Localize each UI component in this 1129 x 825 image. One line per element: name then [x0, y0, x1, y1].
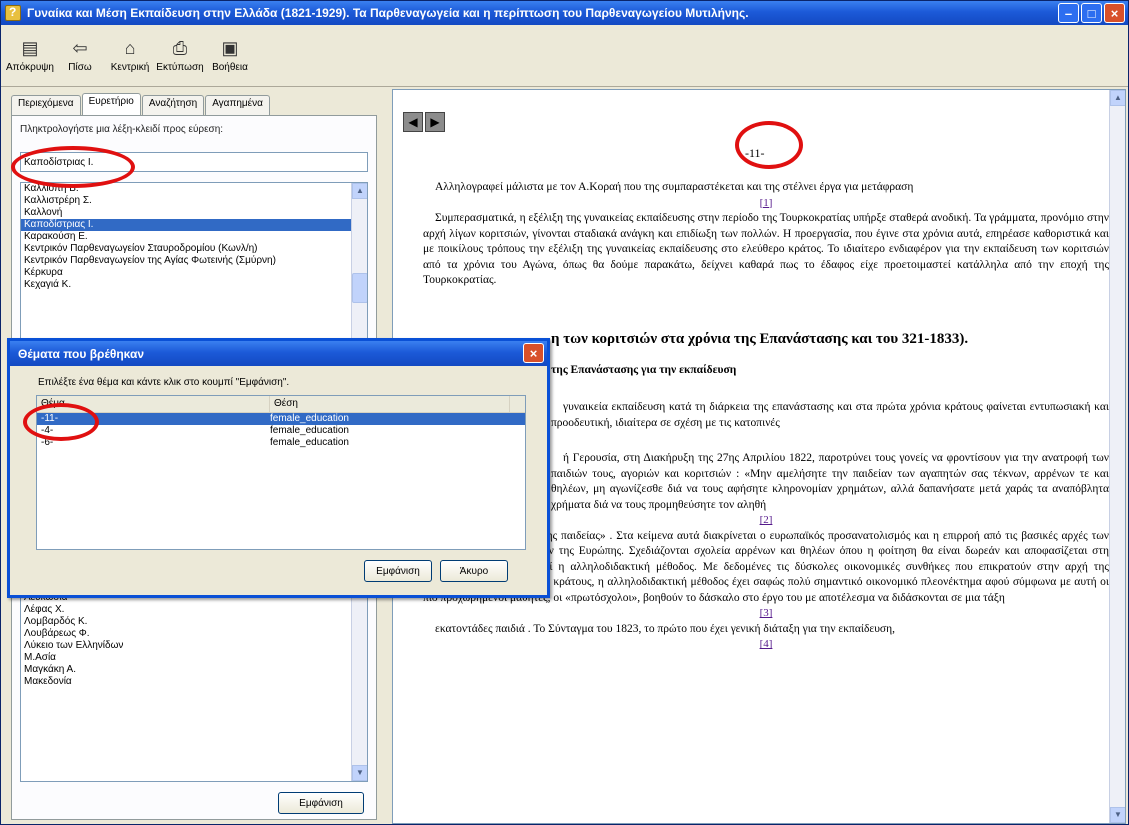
paragraph: Συμπερασματικά, η εξέλιξη της γυναικείας… [423, 212, 1109, 286]
keyword-prompt: Πληκτρολογήστε μια λέξη-κλειδί προς εύρε… [20, 124, 224, 135]
topic-row[interactable]: -4- female_education [37, 425, 525, 437]
print-icon: ⎙ [172, 38, 188, 58]
scroll-thumb[interactable] [352, 273, 367, 303]
keyword-item[interactable]: Καποδίστριας Ι. [21, 219, 367, 231]
topics-list[interactable]: Θέμα Θέση -11- female_education -4- fema… [36, 395, 526, 550]
title-bar[interactable]: Γυναίκα και Μέση Εκπαίδευση στην Ελλάδα … [1, 1, 1128, 25]
keyword-item[interactable]: Κεντρικόν Παρθεναγωγείον της Αγίας Φωτει… [21, 255, 367, 267]
keyword-item[interactable]: Καλλονή [21, 207, 367, 219]
footnote-link[interactable]: [4] [423, 637, 1109, 653]
topic-cell: -4- [41, 425, 54, 436]
page-nav: ◀ ▶ [403, 112, 445, 132]
scroll-up-arrow[interactable]: ▲ [352, 183, 367, 199]
topics-list-header: Θέμα Θέση [37, 396, 525, 413]
print-button[interactable]: ⎙ Εκτύπωση [155, 25, 205, 85]
dialog-close-button[interactable]: × [523, 343, 544, 363]
keyword-item[interactable]: Καλλιστρέρη Σ. [21, 195, 367, 207]
topics-found-dialog: Θέματα που βρέθηκαν × Επιλέξτε ένα θέμα … [7, 338, 550, 598]
tab-contents[interactable]: Περιεχόμενα [11, 95, 81, 115]
hide-label: Απόκρυψη [6, 62, 54, 73]
column-location[interactable]: Θέση [270, 396, 510, 412]
index-display-button[interactable]: Εμφάνιση [278, 792, 364, 814]
location-cell: female_education [270, 425, 349, 436]
keyword-item[interactable]: Κεχαγιά Κ. [21, 279, 367, 291]
print-label: Εκτύπωση [156, 62, 204, 73]
location-cell: female_education [270, 437, 349, 448]
tab-search[interactable]: Αναζήτηση [141, 95, 205, 115]
tab-favorites[interactable]: Αγαπημένα [205, 95, 270, 115]
keyword-item[interactable]: Καλλιόπη Β. [21, 183, 367, 195]
home-label: Κεντρική [110, 62, 150, 73]
keyword-item[interactable]: Μακεδονία [21, 676, 367, 688]
topic-cell: -11- [41, 413, 59, 424]
column-topic[interactable]: Θέμα [37, 396, 270, 412]
tab-index[interactable]: Ευρετήριο [81, 93, 141, 116]
content-scrollbar[interactable]: ▲ ▼ [1109, 90, 1125, 823]
dialog-cancel-button[interactable]: Άκυρο [440, 560, 508, 582]
help-book-icon [5, 5, 21, 21]
window-controls: – □ × [1058, 3, 1125, 23]
keyword-item[interactable]: Λομβαρδός Κ. [21, 616, 367, 628]
nav-tabs: Περιεχόμενα Ευρετήριο Αναζήτηση Αγαπημέν… [11, 93, 271, 116]
home-icon: ⌂ [124, 38, 136, 58]
topic-row[interactable]: -6- female_education [37, 437, 525, 449]
keyword-item[interactable]: Λέφας Χ. [21, 604, 367, 616]
keyword-item[interactable]: Μαγκάκη Α. [21, 664, 367, 676]
keyword-item[interactable]: Μ.Ασία [21, 652, 367, 664]
scroll-up-arrow[interactable]: ▲ [1110, 90, 1125, 106]
back-arrow-icon: ⇦ [72, 38, 88, 58]
previous-page-arrow-icon[interactable]: ◀ [403, 112, 423, 132]
keyword-item[interactable]: Καρακούση Ε. [21, 231, 367, 243]
keyword-item[interactable]: Λύκειο των Ελληνίδων [21, 640, 367, 652]
scroll-down-arrow[interactable]: ▼ [352, 765, 367, 781]
help-label: Βοήθεια [212, 62, 248, 73]
next-page-arrow-icon[interactable]: ▶ [425, 112, 445, 132]
scroll-down-arrow[interactable]: ▼ [1110, 807, 1125, 823]
location-cell: female_education [270, 413, 349, 424]
help-button[interactable]: ▣ Βοήθεια [205, 25, 255, 85]
home-button[interactable]: ⌂ Κεντρική [105, 25, 155, 85]
toolbar: ▤ Απόκρυψη ⇦ Πίσω ⌂ Κεντρική ⎙ Εκτύπωση … [1, 25, 1128, 87]
keyword-list-top: Καλλιόπη Β. Καλλιστρέρη Σ. Καλλονή Καποδίστ… [21, 183, 367, 291]
hide-button[interactable]: ▤ Απόκρυψη [5, 25, 55, 85]
footnote-link[interactable]: [1] [423, 196, 1109, 212]
dialog-prompt: Επιλέξτε ένα θέμα και κάντε κλικ στο κου… [38, 377, 290, 388]
keyword-item[interactable]: Κέρκυρα [21, 267, 367, 279]
app-window: Γυναίκα και Μέση Εκπαίδευση στην Ελλάδα … [0, 0, 1129, 825]
close-button[interactable]: × [1104, 3, 1125, 23]
minimize-button[interactable]: – [1058, 3, 1079, 23]
window-title: Γυναίκα και Μέση Εκπαίδευση στην Ελλάδα … [27, 6, 749, 20]
topic-row[interactable]: -11- female_education [37, 413, 525, 425]
footnote-link[interactable]: [3] [423, 606, 1109, 622]
help-icon: ▣ [221, 38, 239, 58]
hide-icon: ▤ [21, 38, 39, 58]
topic-cell: -6- [41, 437, 54, 448]
back-label: Πίσω [68, 62, 92, 73]
back-button[interactable]: ⇦ Πίσω [55, 25, 105, 85]
paragraph: Αλληλογραφεί μάλιστα με τον Α.Κοραή που … [435, 181, 914, 193]
keyword-input[interactable] [20, 152, 368, 172]
dialog-title[interactable]: Θέματα που βρέθηκαν [10, 341, 547, 366]
page-number: -11- [745, 146, 765, 160]
maximize-button[interactable]: □ [1081, 3, 1102, 23]
paragraph: εκατοντάδες παιδιά . Το Σύνταγμα του 182… [435, 622, 895, 635]
keyword-item[interactable]: Κεντρικόν Παρθεναγωγείον Σταυροδρομίου (… [21, 243, 367, 255]
keyword-item[interactable]: Λουβάρεως Φ. [21, 628, 367, 640]
dialog-display-button[interactable]: Εμφάνιση [364, 560, 432, 582]
